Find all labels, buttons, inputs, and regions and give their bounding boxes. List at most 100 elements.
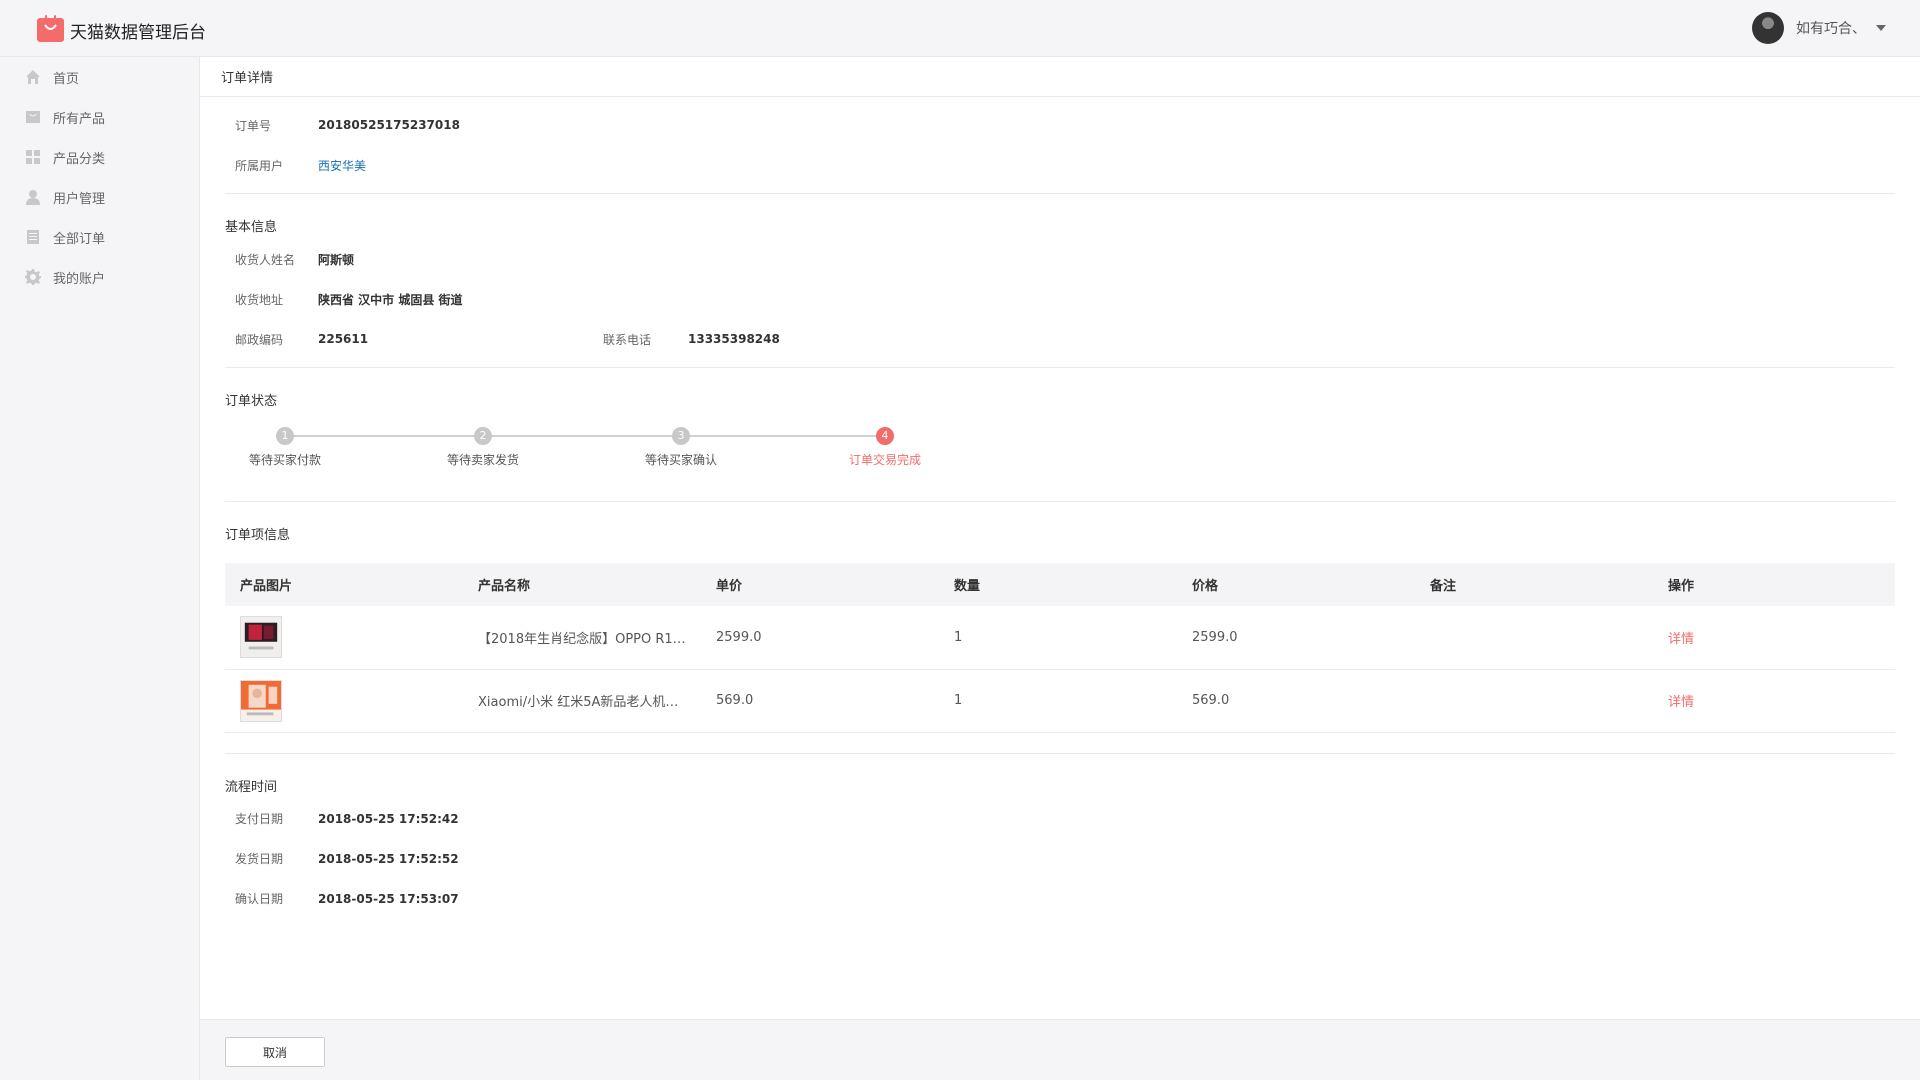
user-icon xyxy=(25,189,41,205)
product-name[interactable]: Xiaomi/小米 红米5A新品老人机学生手机 xyxy=(478,691,688,710)
sidebar-item-label: 全部订单 xyxy=(53,231,106,247)
postcode-value: 225611 xyxy=(318,332,369,346)
table-header-row: 产品图片 产品名称 单价 数量 价格 备注 操作 xyxy=(225,563,1895,606)
ship-date-label: 发货日期 xyxy=(235,852,284,866)
step-number: 2 xyxy=(474,427,492,445)
ship-date-value: 2018-05-25 17:52:52 xyxy=(318,851,459,866)
product-thumbnail[interactable] xyxy=(240,616,282,659)
detail-link[interactable]: 详情 xyxy=(1668,632,1694,647)
confirm-date-value: 2018-05-25 17:53:07 xyxy=(318,891,459,906)
sidebar-item-label: 所有产品 xyxy=(53,111,106,127)
app-title: 天猫数据管理后台 xyxy=(70,23,206,43)
column-header: 产品名称 xyxy=(463,563,701,606)
pay-date-value: 2018-05-25 17:52:42 xyxy=(318,811,459,826)
username[interactable]: 如有巧合、 xyxy=(1796,18,1866,38)
address-value: 陕西省 汉中市 城固县 街道 xyxy=(318,292,463,307)
status-step-3: 3 等待买家确认 xyxy=(621,427,741,468)
order-status-section: 订单状态 1 等待买家付款 2 等待卖家发货 3 等待买家确认 4 订单交易完成 xyxy=(225,368,1895,502)
step-label: 订单交易完成 xyxy=(848,453,921,467)
postcode-label: 邮政编码 xyxy=(235,332,284,347)
column-header: 产品图片 xyxy=(225,563,463,606)
order-user-link[interactable]: 西安华美 xyxy=(318,157,366,174)
category-icon xyxy=(25,149,41,165)
table-row: Xiaomi/小米 红米5A新品老人机学生手机 569.0 1 569.0 详情 xyxy=(225,669,1895,733)
sidebar-item-label: 用户管理 xyxy=(53,191,106,207)
action-cell: 详情 xyxy=(1653,669,1895,733)
order-summary-section: 订单号 20180525175237018 所属用户 西安华美 xyxy=(225,97,1895,194)
product-image-cell xyxy=(225,669,463,733)
note-cell xyxy=(1415,669,1653,733)
step-number: 3 xyxy=(672,427,690,445)
unit-price-cell: 2599.0 xyxy=(701,606,939,670)
product-name-cell[interactable]: 【2018年生肖纪念版】OPPO R15 梦境版 xyxy=(463,606,701,670)
status-step-2: 2 等待卖家发货 xyxy=(423,427,543,468)
step-label: 等待买家确认 xyxy=(644,453,717,467)
sidebar-item-label: 首页 xyxy=(53,71,80,87)
product-name[interactable]: 【2018年生肖纪念版】OPPO R15 梦境版 xyxy=(478,628,688,647)
section-title: 基本信息 xyxy=(225,220,278,235)
unit-price-cell: 569.0 xyxy=(701,669,939,733)
section-title: 订单状态 xyxy=(225,394,278,409)
home-icon xyxy=(25,69,41,85)
order-icon xyxy=(25,229,41,245)
step-label: 等待买家付款 xyxy=(248,453,321,467)
sidebar-item-label: 产品分类 xyxy=(53,151,106,167)
status-step-1: 1 等待买家付款 xyxy=(225,427,345,468)
sidebar-item-all-products[interactable]: 所有产品 xyxy=(0,97,199,137)
note-cell xyxy=(1415,606,1653,670)
column-header: 操作 xyxy=(1653,563,1895,606)
sidebar-item-users[interactable]: 用户管理 xyxy=(0,177,199,217)
price-cell: 569.0 xyxy=(1177,669,1415,733)
status-step-4: 4 订单交易完成 xyxy=(825,427,945,468)
phone-value: 13335398248 xyxy=(688,332,780,346)
order-items-section: 订单项信息 产品图片 产品名称 单价 数量 价格 备注 操作 【2018年生肖纪… xyxy=(225,502,1895,754)
column-header: 备注 xyxy=(1415,563,1653,606)
quantity-cell: 1 xyxy=(939,606,1177,670)
pay-date-label: 支付日期 xyxy=(235,812,284,826)
action-cell: 详情 xyxy=(1653,606,1895,670)
step-number: 4 xyxy=(876,427,894,445)
cancel-button[interactable]: 取消 xyxy=(225,1037,325,1067)
column-header: 价格 xyxy=(1177,563,1415,606)
page-title: 订单详情 xyxy=(200,57,1920,97)
shopping-bag-logo-icon[interactable] xyxy=(37,14,64,42)
quantity-cell: 1 xyxy=(939,669,1177,733)
product-thumbnail[interactable] xyxy=(240,679,282,722)
product-name-cell[interactable]: Xiaomi/小米 红米5A新品老人机学生手机 xyxy=(463,669,701,733)
order-number-label: 订单号 xyxy=(235,118,272,133)
sidebar-item-account[interactable]: 我的账户 xyxy=(0,257,199,297)
sidebar: 首页 所有产品 产品分类 用户管理 全部订单 我的账户 xyxy=(0,57,200,1080)
user-menu[interactable]: 如有巧合、 xyxy=(1752,12,1886,44)
detail-link[interactable]: 详情 xyxy=(1668,695,1694,710)
column-header: 数量 xyxy=(939,563,1177,606)
order-items-table: 产品图片 产品名称 单价 数量 价格 备注 操作 【2018年生肖纪念版】OPP… xyxy=(225,563,1895,733)
phone-label: 联系电话 xyxy=(603,332,652,347)
order-user-label: 所属用户 xyxy=(235,158,284,173)
product-image-cell xyxy=(225,606,463,670)
order-number-value: 20180525175237018 xyxy=(318,118,460,132)
sidebar-item-categories[interactable]: 产品分类 xyxy=(0,137,199,177)
receiver-label: 收货人姓名 xyxy=(235,252,296,267)
section-title: 流程时间 xyxy=(225,779,278,795)
main-panel: 订单详情 订单号 20180525175237018 所属用户 西安华美 基本信… xyxy=(200,57,1920,1019)
chevron-down-icon[interactable] xyxy=(1876,25,1886,31)
sidebar-item-orders[interactable]: 全部订单 xyxy=(0,217,199,257)
price-cell: 2599.0 xyxy=(1177,606,1415,670)
receiver-value: 阿斯顿 xyxy=(318,252,355,267)
section-title: 订单项信息 xyxy=(225,528,291,543)
avatar[interactable] xyxy=(1752,12,1784,44)
top-header: 天猫数据管理后台 如有巧合、 xyxy=(0,0,1920,57)
confirm-date-label: 确认日期 xyxy=(235,892,284,906)
gear-icon xyxy=(25,269,41,285)
step-label: 等待卖家发货 xyxy=(446,453,519,467)
product-icon xyxy=(25,109,41,125)
order-status-steps: 1 等待买家付款 2 等待卖家发货 3 等待买家确认 4 订单交易完成 xyxy=(225,427,1895,487)
step-number: 1 xyxy=(276,427,294,445)
timeline-section: 流程时间 支付日期 2018-05-25 17:52:42 发货日期 2018-… xyxy=(225,754,1895,919)
basic-info-section: 基本信息 收货人姓名 阿斯顿 收货地址 陕西省 汉中市 城固县 街道 邮政编码 … xyxy=(225,194,1895,368)
address-label: 收货地址 xyxy=(235,292,284,307)
table-row: 【2018年生肖纪念版】OPPO R15 梦境版 2599.0 1 2599.0… xyxy=(225,606,1895,670)
footer-bar: 取消 xyxy=(200,1019,1920,1080)
sidebar-item-home[interactable]: 首页 xyxy=(0,57,199,97)
column-header: 单价 xyxy=(701,563,939,606)
